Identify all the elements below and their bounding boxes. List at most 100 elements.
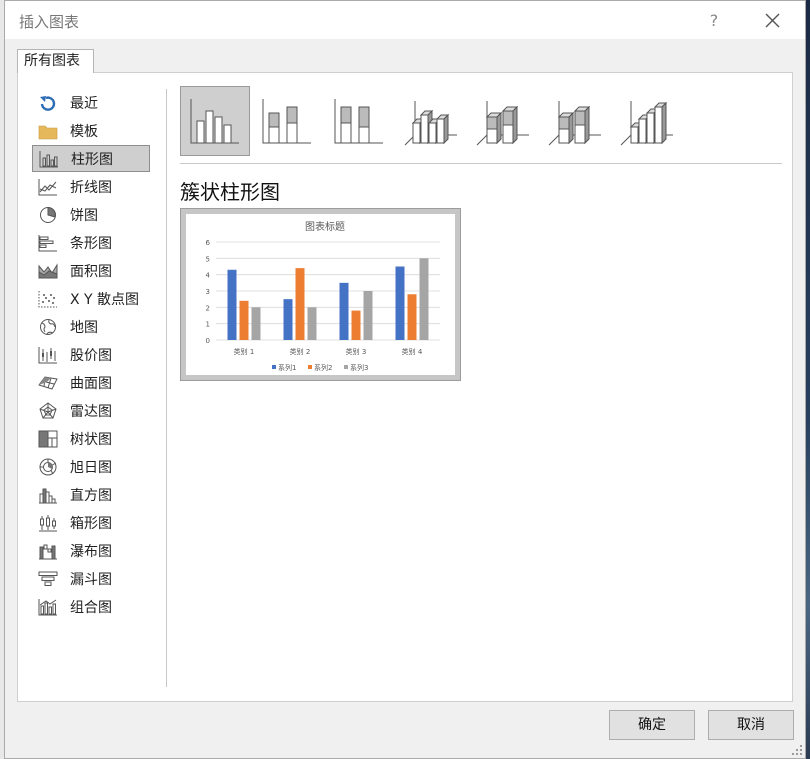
resize-grip-icon[interactable] [791, 744, 803, 756]
sidebar-item-label: 面积图 [70, 263, 112, 280]
sidebar-item-sunburst-chart[interactable]: 旭日图 [32, 453, 150, 480]
sidebar-item-surface-chart[interactable]: 曲面图 [32, 369, 150, 396]
close-button[interactable] [757, 7, 787, 35]
scatter-chart-icon [38, 290, 57, 307]
area-chart-icon [36, 261, 60, 281]
sidebar-item-bar-chart[interactable]: 条形图 [32, 229, 150, 256]
subtype-3d-clustered-column[interactable] [396, 86, 466, 156]
cancel-button[interactable]: 取消 [708, 710, 794, 740]
folder-icon [38, 125, 58, 139]
bar-系列2-类别 1 [239, 300, 249, 340]
bar-chart-icon [38, 234, 57, 251]
subtype-3d-column[interactable] [612, 86, 682, 156]
subtype-percent-stacked-column[interactable] [324, 86, 394, 156]
sidebar-item-recent[interactable]: 最近 [32, 89, 150, 116]
y-tick-label: 4 [206, 272, 211, 280]
waterfall-chart-icon [39, 544, 57, 559]
clustered-column-icon [190, 99, 239, 144]
tab-all-charts[interactable]: 所有图表 [17, 49, 94, 73]
histogram-chart-icon [39, 488, 57, 503]
sidebar-item-scatter-chart[interactable]: X Y 散点图 [32, 285, 150, 312]
stock-chart-icon [38, 346, 57, 363]
box-whisker-chart-icon [39, 514, 57, 531]
sidebar-item-label: 瀑布图 [70, 543, 112, 560]
bar-系列1-类别 4 [395, 266, 405, 340]
combo-chart-icon [36, 597, 60, 617]
recent-icon [36, 93, 60, 113]
bar-系列2-类别 2 [295, 268, 305, 340]
3d-clustered-column-icon [404, 101, 457, 146]
sidebar-item-label: X Y 散点图 [70, 291, 140, 308]
x-tick-label: 类别 2 [290, 347, 311, 356]
bar-系列1-类别 3 [339, 282, 349, 340]
sidebar-item-map-chart[interactable]: 地图 [32, 313, 150, 340]
column-chart-icon [37, 149, 61, 169]
y-tick-label: 1 [206, 321, 210, 329]
sidebar-item-box-whisker-chart[interactable]: 箱形图 [32, 509, 150, 536]
surface-chart-icon [38, 375, 58, 390]
chart-preview-canvas: 图表标题 0 1 2 3 4 5 6 类别 1 类别 2 类别 3 类别 4 系列1 系列2 系列3 [186, 214, 455, 375]
sidebar-item-label: 地图 [70, 319, 98, 336]
stock-chart-icon [36, 345, 60, 365]
ok-button[interactable]: 确定 [609, 710, 695, 740]
sidebar-item-combo-chart[interactable]: 组合图 [32, 593, 150, 620]
sidebar-item-stock-chart[interactable]: 股价图 [32, 341, 150, 368]
box-whisker-chart-icon [36, 513, 60, 533]
legend-swatch [272, 365, 276, 369]
sidebar-item-radar-chart[interactable]: 雷达图 [32, 397, 150, 424]
dialog-title: 插入图表 [19, 13, 80, 31]
scatter-chart-icon [36, 289, 60, 309]
legend-swatch [308, 365, 312, 369]
sidebar-item-label: 柱形图 [71, 151, 113, 168]
radar-chart-icon [39, 401, 57, 418]
sidebar-item-folder[interactable]: 模板 [32, 117, 150, 144]
subtype-stacked-column[interactable] [252, 86, 322, 156]
line-chart-icon [38, 178, 57, 195]
sidebar-item-histogram-chart[interactable]: 直方图 [32, 481, 150, 508]
legend-entry: 系列3 [350, 363, 368, 372]
sidebar-item-label: 折线图 [70, 179, 112, 196]
sidebar-item-label: 漏斗图 [70, 571, 112, 588]
percent-stacked-column-icon [334, 99, 383, 144]
pie-chart-icon [40, 206, 56, 223]
subtype-clustered-column[interactable] [180, 86, 250, 156]
sidebar-item-pie-chart[interactable]: 饼图 [32, 201, 150, 228]
help-button[interactable]: ? [702, 9, 726, 33]
sidebar-item-treemap-chart[interactable]: 树状图 [32, 425, 150, 452]
bar-系列3-类别 3 [363, 291, 373, 340]
chart-gallery-panel: 最近模板柱形图折线图饼图 条形图面积图 X Y 散点图 地图股价图 曲面图 雷达图树状图旭… [17, 72, 793, 702]
subtype-3d-percent-stacked-column[interactable] [540, 86, 610, 156]
sunburst-chart-icon [39, 458, 57, 475]
sidebar-item-label: 旭日图 [70, 459, 112, 476]
insert-chart-dialog: 插入图表 ? 所有图表 最近模板柱形图折线图饼图 条形图面积图 X Y 散点图 地图股… [4, 0, 806, 759]
bar-chart-icon [36, 233, 60, 253]
sunburst-chart-icon [36, 457, 60, 477]
pie-chart-icon [36, 205, 60, 225]
sidebar-item-funnel-chart[interactable]: 漏斗图 [32, 565, 150, 592]
bar-系列3-类别 2 [307, 307, 317, 340]
sidebar-item-area-chart[interactable]: 面积图 [32, 257, 150, 284]
stacked-column-icon [262, 99, 311, 144]
sidebar-item-label: 最近 [70, 95, 98, 112]
subtype-3d-stacked-column[interactable] [468, 86, 538, 156]
sidebar-item-line-chart[interactable]: 折线图 [32, 173, 150, 200]
sidebar-item-label: 模板 [70, 123, 98, 140]
sidebar-item-column-chart[interactable]: 柱形图 [32, 145, 150, 172]
sidebar-item-waterfall-chart[interactable]: 瀑布图 [32, 537, 150, 564]
3d-percent-stacked-column-icon [548, 101, 601, 146]
bar-系列2-类别 3 [351, 310, 361, 340]
surface-chart-icon [36, 373, 60, 393]
legend-swatch [344, 365, 348, 369]
histogram-chart-icon [36, 485, 60, 505]
folder-icon [36, 121, 60, 141]
3d-column-icon [620, 101, 673, 146]
sidebar-item-label: 箱形图 [70, 515, 112, 532]
treemap-chart-icon [38, 430, 58, 447]
sidebar-item-label: 组合图 [70, 599, 112, 616]
funnel-chart-icon [36, 569, 60, 589]
sidebar-item-label: 直方图 [70, 487, 112, 504]
chart-preview[interactable]: 图表标题 0 1 2 3 4 5 6 类别 1 类别 2 类别 3 类别 4 系列1 系列2 系列3 [180, 208, 461, 381]
preview-chart: 图表标题 0 1 2 3 4 5 6 类别 1 类别 2 类别 3 类别 4 系列1 系列2 系列3 [206, 220, 440, 372]
bar-系列1-类别 1 [227, 269, 237, 340]
sidebar-item-label: 树状图 [70, 431, 112, 448]
